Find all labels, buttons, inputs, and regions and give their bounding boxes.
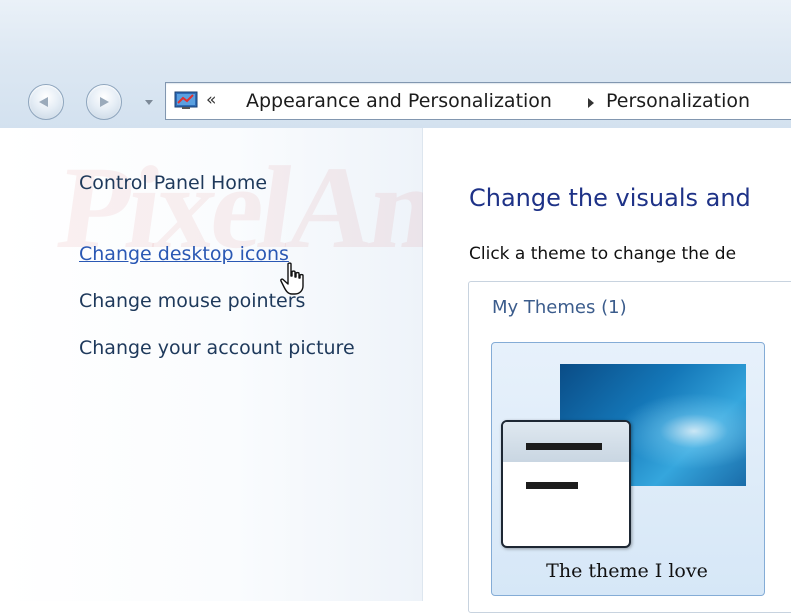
change-account-picture-link[interactable]: Change your account picture	[79, 337, 355, 359]
overflow-chevron[interactable]: «	[206, 90, 216, 110]
theme-window-line	[526, 482, 578, 489]
theme-name[interactable]: The theme I love	[491, 560, 763, 582]
address-bar[interactable]: « Appearance and Personalization Persona…	[165, 82, 791, 120]
change-desktop-icons-link[interactable]: Change desktop icons	[79, 243, 289, 265]
change-mouse-pointers-link[interactable]: Change mouse pointers	[79, 290, 305, 312]
back-button[interactable]	[28, 84, 64, 120]
back-arrow-icon	[39, 97, 48, 107]
breadcrumb-separator-icon[interactable]	[588, 98, 594, 108]
theme-window-titlebar	[503, 422, 629, 462]
theme-window-preview	[501, 420, 631, 548]
forward-arrow-icon	[100, 97, 109, 107]
breadcrumb-personalization[interactable]: Personalization	[606, 90, 750, 112]
control-panel-icon	[174, 91, 198, 109]
hand-pointer-icon	[280, 262, 304, 295]
page-instruction: Click a theme to change the de	[469, 244, 737, 264]
forward-button[interactable]	[86, 84, 122, 120]
my-themes-group-label: My Themes (1)	[492, 297, 627, 318]
theme-window-line	[526, 443, 602, 450]
breadcrumb-appearance[interactable]: Appearance and Personalization	[246, 90, 552, 112]
recent-pages-dropdown-icon[interactable]	[145, 100, 153, 105]
page-heading: Change the visuals and	[469, 184, 751, 212]
control-panel-home-link[interactable]: Control Panel Home	[79, 172, 267, 194]
